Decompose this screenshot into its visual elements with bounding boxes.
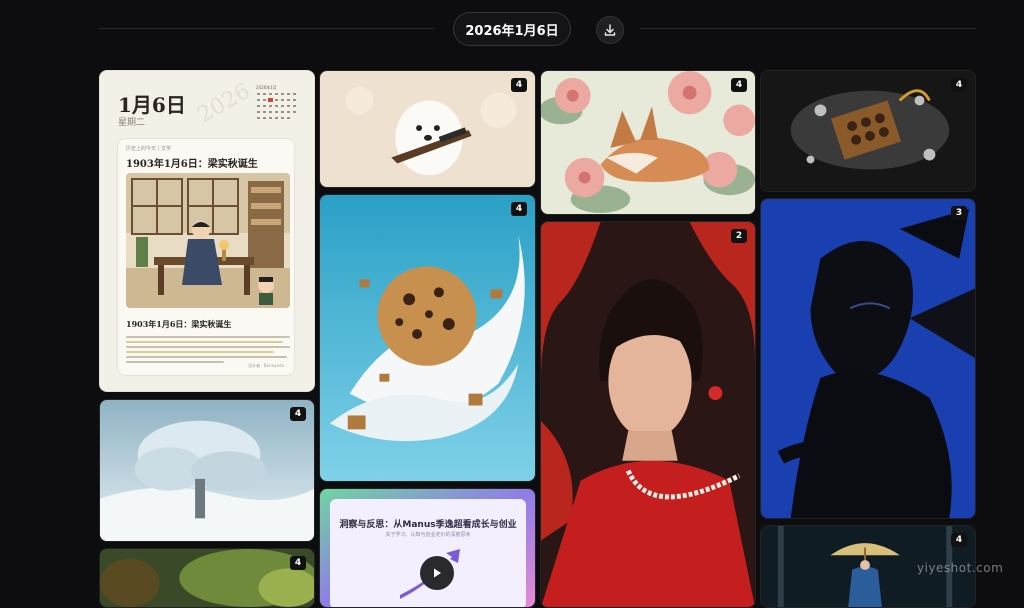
image-count-badge: 4 <box>951 78 967 92</box>
image-count-badge: 4 <box>951 533 967 547</box>
image-count-badge: 3 <box>951 206 967 220</box>
mini-calendar: 2026年1月 <box>256 85 300 127</box>
article-subheadline: 1903年1月6日：梁实秋诞生 <box>126 319 232 329</box>
growth-arrow-graphic <box>400 549 460 599</box>
calendar-day-title: 1月6日 <box>118 93 186 117</box>
article-source: 历史上的今天丨文学 <box>126 146 172 152</box>
cookie-image <box>320 195 535 481</box>
article-body-lines <box>126 333 290 366</box>
fox-card[interactable]: 4 <box>540 70 756 215</box>
image-count-badge: 2 <box>731 229 747 243</box>
image-count-badge: 4 <box>290 556 306 570</box>
calendar-weekday: 星期二 <box>118 118 146 128</box>
download-button[interactable] <box>596 16 624 44</box>
chocolate-card[interactable]: 4 <box>760 70 976 192</box>
chocolate-image <box>761 71 975 191</box>
portrait-card[interactable]: 3 <box>760 198 976 519</box>
article-illustration <box>126 173 290 308</box>
calendar-article: 历史上的今天丨文学 1903年1月6日：梁实秋诞生 1903年1月6日：梁实秋诞… <box>117 138 295 376</box>
image-count-badge: 4 <box>290 407 306 421</box>
divider-left <box>99 28 434 29</box>
portrait-image <box>761 199 975 518</box>
woman-card[interactable]: 2 <box>540 221 756 608</box>
year-watermark: 2026 <box>193 78 255 129</box>
site-watermark: yiyeshot.com <box>917 561 1004 575</box>
cookie-card[interactable]: 4 <box>319 194 536 482</box>
snow-tree-image <box>100 400 314 541</box>
forest-card[interactable]: 4 <box>99 548 315 608</box>
download-icon <box>604 24 616 36</box>
date-filter-button[interactable]: 2026年1月6日 <box>453 12 571 46</box>
mini-calendar-grid <box>257 93 296 119</box>
puppy-card[interactable]: 4 <box>319 70 536 188</box>
play-icon <box>434 568 441 578</box>
forest-image <box>100 549 314 607</box>
fox-image <box>541 71 755 214</box>
calendar-card[interactable]: 1月6日 星期二 2026 2026年1月 历史上的今天丨文学 1903年1月6… <box>99 70 315 392</box>
video-card[interactable]: 洞察与反思：从Manus季逸超看成长与创业 关于学习、认知与创业定价的深度思考 <box>319 488 536 608</box>
top-bar: 2026年1月6日 <box>0 0 1024 60</box>
snow-tree-card[interactable]: 4 <box>99 399 315 542</box>
woman-image <box>541 222 755 607</box>
play-button[interactable] <box>420 556 454 590</box>
image-count-badge: 4 <box>511 78 527 92</box>
article-headline: 1903年1月6日：梁实秋诞生 <box>126 159 258 170</box>
divider-right <box>640 28 976 29</box>
puppy-image <box>320 71 535 187</box>
image-count-badge: 4 <box>731 78 747 92</box>
image-count-badge: 4 <box>511 202 527 216</box>
article-footer: 设计者 · Bennyoda <box>248 363 284 368</box>
video-thumbnail: 洞察与反思：从Manus季逸超看成长与创业 关于学习、认知与创业定价的深度思考 <box>330 499 526 607</box>
